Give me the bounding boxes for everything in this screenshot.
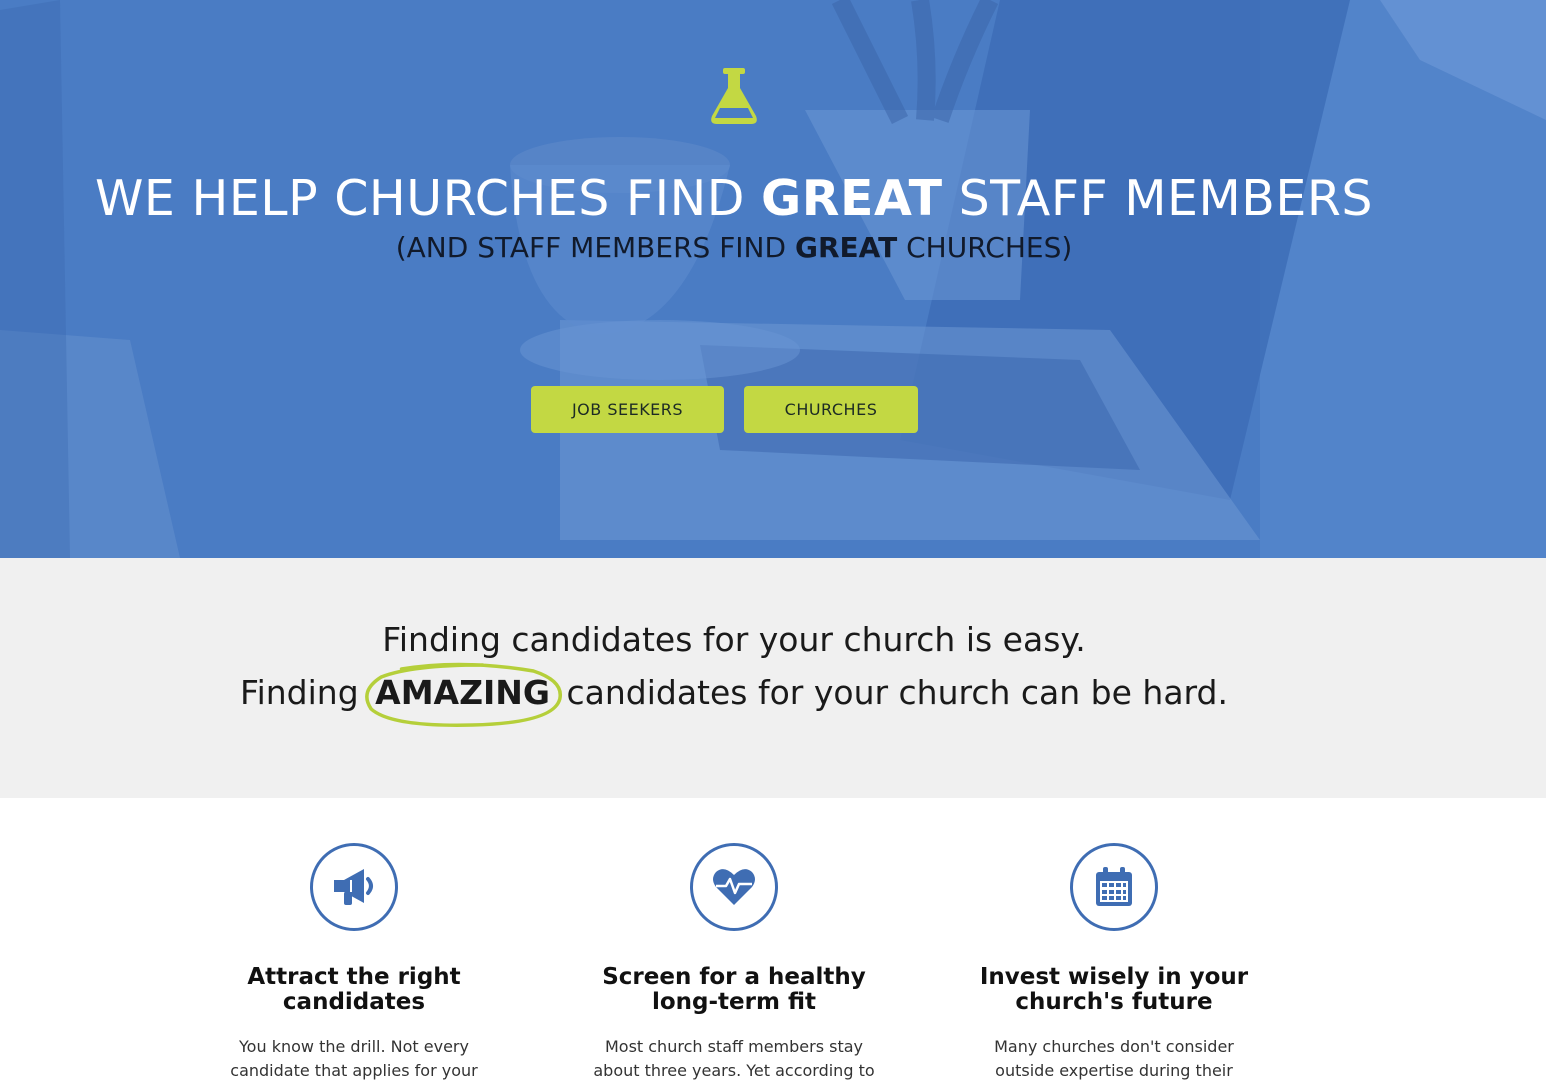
tagline-line-1: Finding candidates for your church is ea… bbox=[382, 620, 1086, 659]
calendar-icon bbox=[1096, 867, 1132, 906]
feature-title-line-2: church's future bbox=[1015, 989, 1213, 1015]
feature-body-line-1: Many churches don't consider bbox=[994, 1037, 1234, 1056]
heartbeat-icon bbox=[713, 869, 755, 905]
feature-body-line-2: about three years. Yet according to bbox=[593, 1061, 875, 1080]
hero-title-pre: WE HELP CHURCHES FIND bbox=[94, 170, 762, 227]
feature-body-line-1: Most church staff members stay bbox=[604, 1037, 864, 1056]
feature-icon-ring bbox=[310, 843, 398, 931]
hero-subtitle-bold: GREAT bbox=[794, 231, 898, 264]
hero-title-bold: GREAT bbox=[761, 170, 943, 227]
flask-icon bbox=[711, 68, 757, 124]
feature-icon-ring bbox=[690, 843, 778, 931]
hero-subtitle: (AND STAFF MEMBERS FIND GREAT CHURCHES) bbox=[0, 231, 1468, 264]
tagline-line-2-post: candidates for your church can be hard. bbox=[556, 673, 1228, 712]
hero-subtitle-pre: (AND STAFF MEMBERS FIND bbox=[395, 231, 795, 264]
feature-body-line-2: candidate that applies for your bbox=[230, 1061, 478, 1080]
tagline-line-2: Finding AMAZING candidates for your chur… bbox=[0, 662, 1468, 727]
feature-body: You know the drill. Not every candidate … bbox=[189, 1035, 519, 1083]
tagline-highlight: AMAZING bbox=[365, 662, 563, 727]
feature-title-line-1: Attract the right bbox=[247, 964, 461, 990]
feature-title-line-2: long-term fit bbox=[651, 989, 817, 1015]
feature-attract: Attract the right candidates You know th… bbox=[189, 843, 519, 1083]
feature-body: Most church staff members stay about thr… bbox=[569, 1035, 899, 1083]
feature-body-line-2: outside expertise during their bbox=[995, 1061, 1233, 1080]
feature-icon-ring bbox=[1070, 843, 1158, 931]
hand-drawn-circle-icon bbox=[365, 662, 563, 727]
hero-title-post: STAFF MEMBERS bbox=[942, 170, 1374, 227]
job-seekers-button[interactable]: JOB SEEKERS bbox=[531, 386, 724, 433]
hero-subtitle-post: CHURCHES) bbox=[897, 231, 1073, 264]
feature-title-line-1: Invest wisely in your bbox=[979, 964, 1249, 990]
feature-screen: Screen for a healthy long-term fit Most … bbox=[569, 843, 899, 1083]
tagline-line-2-pre: Finding bbox=[240, 673, 370, 712]
feature-title-line-2: candidates bbox=[282, 989, 426, 1015]
feature-title: Invest wisely in your church's future bbox=[949, 965, 1279, 1015]
feature-body-line-1: You know the drill. Not every bbox=[239, 1037, 469, 1056]
hero-title: WE HELP CHURCHES FIND GREAT STAFF MEMBER… bbox=[0, 170, 1468, 227]
feature-invest: Invest wisely in your church's future Ma… bbox=[949, 843, 1279, 1083]
churches-button[interactable]: CHURCHES bbox=[744, 386, 918, 433]
hero-section: WE HELP CHURCHES FIND GREAT STAFF MEMBER… bbox=[0, 0, 1546, 558]
feature-title: Screen for a healthy long-term fit bbox=[569, 965, 899, 1015]
megaphone-icon bbox=[334, 869, 373, 905]
feature-body: Many churches don't consider outside exp… bbox=[949, 1035, 1279, 1083]
feature-title: Attract the right candidates bbox=[189, 965, 519, 1015]
hero-background-image bbox=[0, 0, 1546, 558]
feature-title-line-1: Screen for a healthy bbox=[602, 964, 866, 990]
